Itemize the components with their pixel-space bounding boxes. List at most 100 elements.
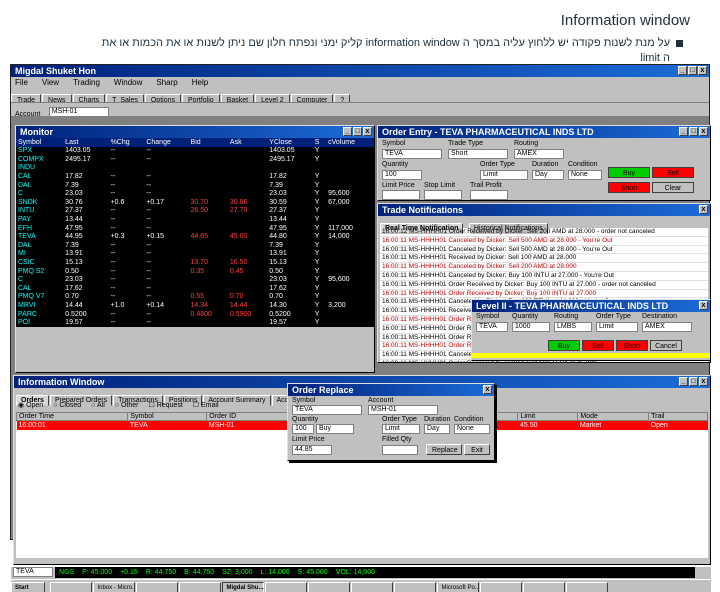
replace-limit-price-input[interactable]: 44.85 — [292, 445, 332, 455]
minimize-icon[interactable]: _ — [678, 66, 687, 75]
monitor-row[interactable]: POI 19.57 -- -- 19.57 Y — [16, 319, 374, 328]
orders-column-header[interactable]: Order ID — [206, 412, 296, 421]
replace-filled-qty-input[interactable] — [382, 445, 418, 455]
replace-side-select[interactable]: Buy — [316, 424, 354, 434]
monitor-column-header[interactable]: Last — [63, 138, 109, 147]
menu-item[interactable]: File — [15, 78, 28, 87]
monitor-row[interactable]: PMQ S2 0.50 -- -- 0.35 0.45 0.50 Y — [16, 267, 374, 276]
monitor-row[interactable]: INTU 27.37 -- -- 26.50 27.70 27.37 Y — [16, 207, 374, 216]
l2-short-button[interactable]: Short — [616, 340, 648, 351]
monitor-row[interactable]: MI 13.91 -- -- 13.91 Y — [16, 250, 374, 259]
sell-button[interactable]: Sell — [652, 167, 694, 178]
checkbox-icon[interactable]: ☐ — [193, 402, 201, 409]
menu-item[interactable]: Sharp — [156, 78, 177, 87]
l2-buy-button[interactable]: Buy — [548, 340, 580, 351]
monitor-row[interactable]: PMQ V7 0.70 -- -- 0.55 0.70 0.70 Y — [16, 293, 374, 302]
quantity-input[interactable]: 100 — [382, 170, 422, 180]
monitor-row[interactable]: C 23.03 -- -- 23.03 Y 95,600 — [16, 276, 374, 285]
maximize-icon[interactable]: □ — [353, 127, 362, 136]
account-select[interactable]: MSH-01 — [48, 106, 109, 117]
monitor-row[interactable]: PAY 13.44 -- -- 13.44 Y — [16, 216, 374, 225]
filter-option[interactable]: ○ All — [91, 402, 105, 409]
symbol-input[interactable]: TEVA — [382, 149, 442, 159]
monitor-row[interactable]: DAL 7.39 -- -- 7.39 Y — [16, 181, 374, 190]
taskbar-item[interactable] — [265, 582, 308, 592]
close-icon[interactable]: x — [698, 66, 707, 75]
toolbar-button[interactable]: T_Sales — [106, 94, 144, 102]
app-title-bar[interactable]: Migdal Shuket Hon _ □ x — [11, 65, 709, 77]
l2-sell-button[interactable]: Sell — [582, 340, 614, 351]
taskbar-item[interactable] — [523, 582, 566, 592]
trail-profit-input[interactable] — [470, 190, 508, 200]
toolbar-button[interactable]: Portfolio — [181, 94, 220, 102]
replace-account-input[interactable]: MSH-01 — [368, 405, 438, 415]
replace-quantity-input[interactable]: 100 — [292, 424, 314, 434]
monitor-column-header[interactable]: Bid — [188, 138, 228, 147]
close-icon[interactable]: x — [699, 301, 708, 310]
menu-item[interactable]: Trading — [73, 78, 100, 87]
toolbar-button[interactable]: News — [42, 94, 72, 102]
close-icon[interactable]: x — [363, 127, 372, 136]
close-icon[interactable]: x — [699, 127, 708, 136]
replace-title-bar[interactable]: Order Replace x — [288, 384, 494, 396]
l2-order-type-select[interactable]: Limit — [596, 322, 638, 332]
maximize-icon[interactable]: □ — [688, 66, 697, 75]
order-type-select[interactable]: Limit — [480, 170, 528, 180]
minimize-icon[interactable]: _ — [343, 127, 352, 136]
ticker-symbol-input[interactable]: TEVA — [13, 567, 53, 578]
monitor-column-header[interactable]: cVolume — [326, 138, 374, 147]
monitor-row[interactable]: SPX 1403.05 -- -- 1403.05 Y — [16, 147, 374, 156]
orders-column-header[interactable]: Trail — [648, 412, 708, 421]
limit-price-input[interactable] — [382, 190, 420, 200]
filter-option[interactable]: ○ Other — [115, 402, 139, 409]
l2-routing-select[interactable]: LMBS — [554, 322, 592, 332]
taskbar-item[interactable]: Migdal Shu... — [222, 582, 265, 592]
notification-row[interactable]: 16:00:11 MS-HHHH01 Canceled by Dicker: B… — [380, 271, 708, 281]
duration-select[interactable]: Day — [532, 170, 564, 180]
close-icon[interactable]: x — [699, 205, 708, 214]
maximize-icon[interactable]: □ — [689, 127, 698, 136]
close-icon[interactable]: x — [483, 385, 492, 394]
filter-option[interactable]: ○ Closed — [53, 402, 81, 409]
monitor-row[interactable]: CAL 17.62 -- -- 17.62 Y — [16, 285, 374, 294]
notification-row[interactable]: 16:00:11 MS-HHHH01 Canceled by Dicker: S… — [380, 236, 708, 246]
trade-type-select[interactable]: Short — [448, 149, 508, 159]
monitor-row[interactable]: EFH 47.95 -- -- 47.95 Y 117,000 — [16, 224, 374, 233]
notification-row[interactable]: 16:00:12 MS-HHHH01 Order Received by Dic… — [380, 228, 708, 237]
menu-item[interactable]: Window — [114, 78, 142, 87]
orders-column-header[interactable]: Limit — [517, 412, 579, 421]
monitor-column-header[interactable]: Change — [144, 138, 189, 147]
notification-row[interactable]: 16:00:11 MS-HHHH01 Canceled by Dicker: S… — [380, 263, 708, 272]
condition-select[interactable]: None — [568, 170, 602, 180]
notification-row[interactable]: 16:00:11 MS-HHHH01 Order Received by Dic… — [380, 289, 708, 299]
monitor-row[interactable]: SNDK 30.76 +0.6 +0.17 30.70 30.86 30.59 Y 67,000 — [16, 199, 374, 208]
stop-limit-input[interactable] — [424, 190, 462, 200]
checkbox-icon[interactable]: ☐ — [148, 402, 156, 409]
l2-destination-select[interactable]: AMEX — [642, 322, 692, 332]
exit-button[interactable]: Exit — [464, 444, 490, 455]
monitor-column-header[interactable]: YClose — [267, 138, 313, 147]
replace-symbol-input[interactable]: TEVA — [292, 405, 362, 415]
replace-button[interactable]: Replace — [426, 444, 462, 455]
l2-quantity-input[interactable]: 1000 — [512, 322, 550, 332]
toolbar-button[interactable]: Options — [144, 94, 181, 102]
monitor-row[interactable]: CSIC 15.13 -- -- 13.70 16.50 15.13 Y — [16, 259, 374, 268]
monitor-column-header[interactable]: S — [312, 138, 327, 147]
monitor-row[interactable]: INDU — [16, 164, 374, 173]
monitor-title-bar[interactable]: Monitor _ □ x — [16, 126, 374, 138]
minimize-icon[interactable]: _ — [679, 377, 688, 386]
notifications-title-bar[interactable]: Trade Notifications x — [378, 204, 710, 216]
taskbar-item[interactable] — [50, 582, 93, 592]
routing-select[interactable]: AMEX — [514, 149, 564, 159]
orders-column-header[interactable]: Order Time — [16, 412, 129, 421]
taskbar-item[interactable] — [394, 582, 437, 592]
taskbar-item[interactable] — [136, 582, 179, 592]
toolbar-button[interactable]: ? — [334, 94, 351, 102]
l2-cancel-button[interactable]: Cancel — [650, 340, 682, 351]
taskbar-item[interactable] — [308, 582, 351, 592]
notification-row[interactable]: 16:00:11 MS-HHHH01 Order Received by Dic… — [380, 280, 708, 290]
filter-option[interactable]: ◉ Open — [18, 402, 43, 409]
monitor-column-header[interactable]: Symbol — [16, 138, 64, 147]
filter-option[interactable]: ☐ Request — [148, 402, 182, 409]
orders-column-header[interactable]: Mode — [577, 412, 650, 421]
